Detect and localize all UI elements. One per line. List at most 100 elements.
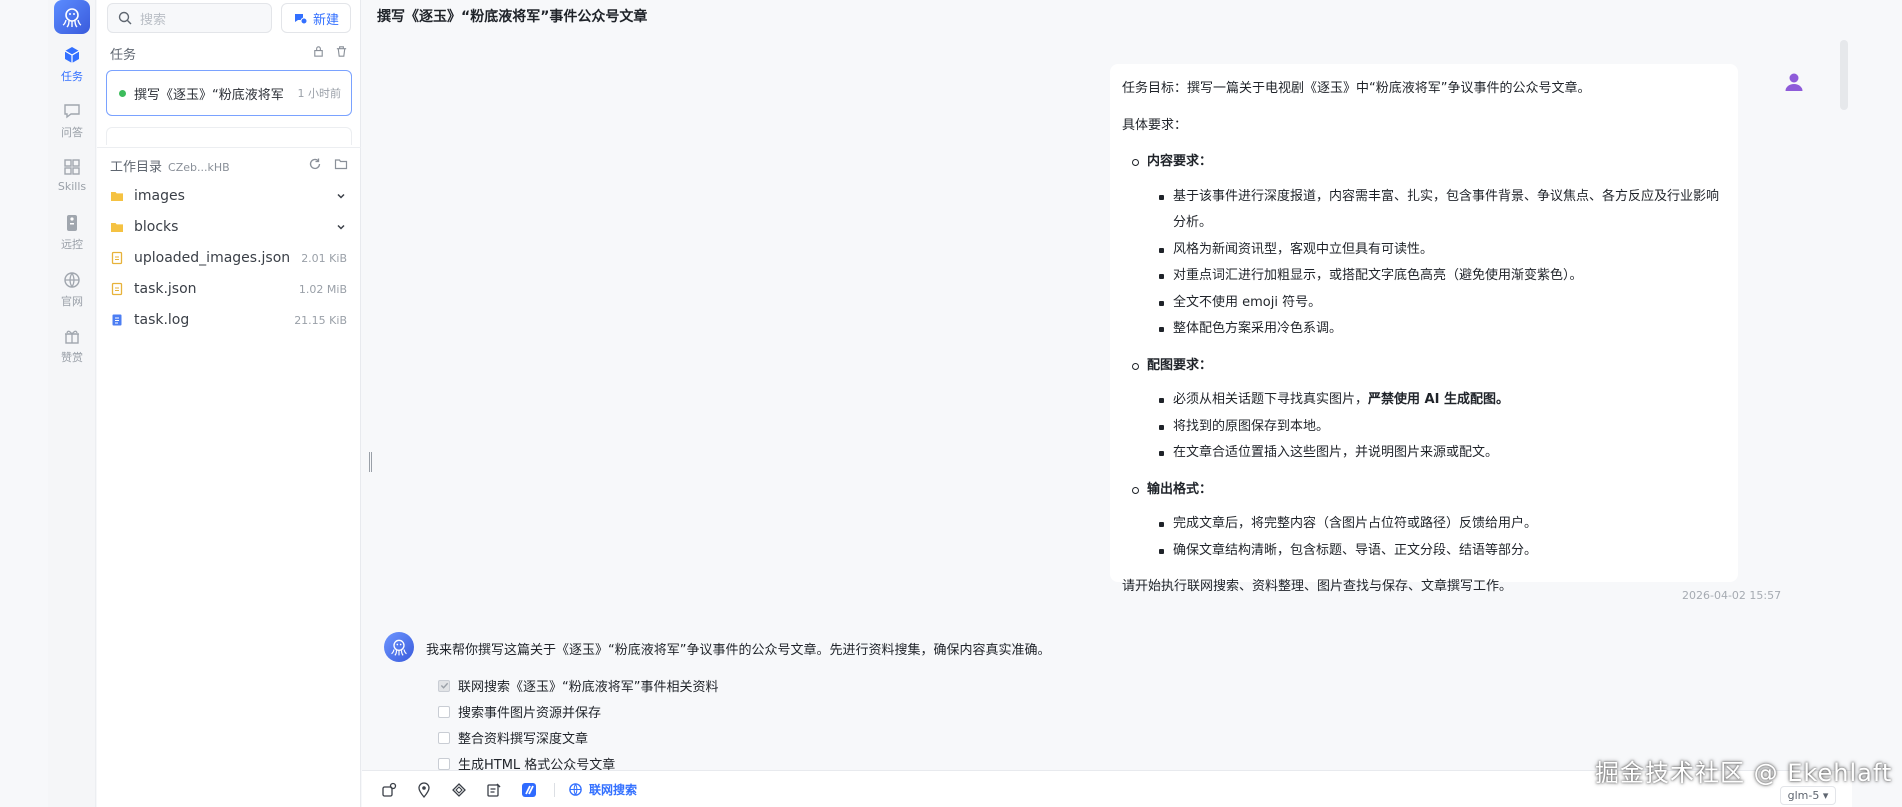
task-time: 1 小时前 [297, 87, 342, 100]
file-row-log[interactable]: task.log 21.15 KiB [110, 307, 353, 333]
app-window: 任务 问答 Skills 远控 官网 赞赏 搜索 新建 任务 撰写《逐玉》“粉底… [0, 0, 1902, 807]
scrollbar[interactable] [1840, 40, 1848, 110]
file-name: task.log [134, 312, 190, 328]
rail-label: Skills [57, 180, 87, 193]
new-task-button[interactable]: 新建 [281, 3, 351, 33]
rail-item-remote[interactable]: 远控 [48, 213, 96, 252]
list-item: 必须从相关话题下寻找真实图片，严禁使用 AI 生成配图。 [1159, 387, 1726, 414]
gift-icon [65, 330, 79, 344]
rail-item-qa[interactable]: 问答 [48, 101, 96, 140]
rail-label: 远控 [61, 238, 83, 251]
file-name: blocks [134, 219, 179, 235]
web-search-toggle[interactable]: 联网搜索 [568, 781, 637, 798]
todo-item[interactable]: 整合资料撰写深度文章 [438, 728, 588, 747]
section-title: 内容要求： [1147, 154, 1213, 169]
checkbox[interactable] [438, 705, 450, 718]
sidebar: 搜索 新建 任务 撰写《逐玉》“粉底液将军”事件公众号文章 1 小时前 工作目录… [97, 0, 361, 807]
model-selector[interactable]: glm-5 ▾ [1780, 786, 1836, 805]
globe-icon [64, 272, 80, 288]
rail-label: 官网 [61, 295, 83, 308]
new-task-label: 新建 [312, 12, 339, 28]
todo-item[interactable]: 联网搜索《逐玉》“粉底液将军”事件相关资料 [438, 676, 718, 695]
task-title: 撰写《逐玉》“粉底液将军”事件公众号文章 [134, 87, 284, 103]
list-item: 整体配色方案采用冷色系调。 [1159, 316, 1726, 343]
folder-icon [111, 192, 123, 201]
file-size: 1.02 MiB [298, 282, 347, 296]
location-icon[interactable] [416, 782, 432, 798]
file-row-folder[interactable]: images [110, 183, 353, 209]
grid-icon [64, 159, 80, 175]
section-content: 内容要求： 基于该事件进行深度报道，内容需丰富、扎实，包含事件背景、争议焦点、各… [1132, 149, 1726, 343]
list-item-bold: 严禁使用 AI 生成配图。 [1368, 392, 1509, 407]
web-search-label: 联网搜索 [589, 783, 638, 797]
requirements-title: 具体要求： [1122, 117, 1188, 133]
file-size: 21.15 KiB [294, 313, 347, 327]
list-item-text: 必须从相关话题下寻找真实图片， [1173, 392, 1369, 407]
check-icon [440, 682, 448, 689]
list-item: 全文不使用 emoji 符号。 [1159, 290, 1726, 317]
checkbox[interactable] [438, 757, 450, 770]
remote-icon [67, 215, 77, 231]
brand-icon[interactable] [521, 782, 537, 798]
rail-item-tasks[interactable]: 任务 [48, 45, 96, 84]
file-row-json[interactable]: task.json 1.02 MiB [110, 276, 353, 302]
trash-icon[interactable] [335, 45, 348, 58]
open-folder-icon[interactable] [334, 157, 348, 171]
task-item-active[interactable]: 撰写《逐玉》“粉底液将军”事件公众号文章 1 小时前 [106, 70, 352, 116]
section-title: 配图要求： [1147, 357, 1213, 373]
todo-text: 整合资料撰写深度文章 [458, 732, 589, 747]
main-panel: 撰写《逐玉》“粉底液将军”事件公众号文章 任务目标：撰写一篇关于电视剧《逐玉》中… [362, 0, 1852, 807]
requirements-list: 内容要求： 基于该事件进行深度报道，内容需丰富、扎实，包含事件背景、争议焦点、各… [1122, 149, 1726, 564]
list-item: 对重点词汇进行加粗显示，或搭配文字底色高亮（避免使用渐变紫色）。 [1159, 263, 1726, 290]
web-search-icon [569, 783, 582, 796]
octopus-icon [391, 639, 407, 656]
file-name: task.json [134, 281, 197, 297]
layers-icon[interactable] [451, 782, 467, 798]
section-output: 输出格式： 完成文章后，将完整内容（含图片占位符或路径）反馈给用户。 确保文章结… [1132, 477, 1726, 565]
refresh-icon[interactable] [308, 157, 322, 171]
status-dot [119, 89, 126, 97]
nav-rail: 任务 问答 Skills 远控 官网 赞赏 [48, 0, 96, 807]
file-name: uploaded_images.json [134, 250, 291, 266]
lock-icon[interactable] [312, 45, 325, 58]
rail-item-donate[interactable]: 赞赏 [48, 326, 96, 365]
workdir-actions [308, 157, 348, 171]
folder-icon [111, 223, 123, 232]
todo-text: 联网搜索《逐玉》“粉底液将军”事件相关资料 [458, 680, 719, 695]
edit-note-icon[interactable] [486, 782, 502, 798]
page-title: 撰写《逐玉》“粉底液将军”事件公众号文章 [377, 9, 648, 25]
rail-label: 问答 [61, 126, 83, 139]
file-row-json[interactable]: uploaded_images.json 2.01 KiB [110, 245, 353, 271]
search-input[interactable]: 搜索 [107, 3, 272, 33]
toolbar-divider [554, 783, 555, 797]
new-chat-icon [294, 14, 307, 25]
resize-handle[interactable] [369, 452, 372, 472]
file-row-folder[interactable]: blocks [110, 214, 353, 240]
task-item[interactable] [106, 127, 352, 145]
task-goal: 任务目标：撰写一篇关于电视剧《逐玉》中“粉底液将军”争议事件的公众号文章。 [1122, 81, 1591, 96]
user-avatar-icon[interactable] [1782, 70, 1806, 94]
todo-item[interactable]: 搜索事件图片资源并保存 [438, 702, 601, 721]
rail-item-website[interactable]: 官网 [48, 270, 96, 309]
file-name: images [134, 188, 185, 204]
app-logo[interactable] [54, 0, 90, 34]
json-file-icon [111, 282, 123, 296]
agent-icon[interactable] [381, 782, 397, 798]
octopus-logo-icon [62, 8, 82, 28]
sidebar-divider [97, 147, 361, 148]
tasks-section-title: 任务 [110, 48, 137, 63]
workdir-title: 工作目录 CZeb...kHB [110, 156, 230, 175]
watermark: 掘金技术社区 @ Ekehlaft [1595, 759, 1893, 787]
chat-icon [64, 104, 80, 119]
list-item: 确保文章结构清晰，包含标题、导语、正文分段、结语等部分。 [1159, 538, 1726, 565]
list-item: 基于该事件进行深度报道，内容需丰富、扎实，包含事件背景、争议焦点、各方反应及行业… [1159, 184, 1726, 237]
search-icon [118, 11, 132, 25]
rail-label: 任务 [61, 70, 83, 83]
todo-text: 搜索事件图片资源并保存 [458, 706, 602, 721]
checkbox-checked[interactable] [438, 679, 450, 692]
user-message-bubble: 任务目标：撰写一篇关于电视剧《逐玉》中“粉底液将军”争议事件的公众号文章。 具体… [1110, 64, 1738, 594]
checkbox[interactable] [438, 731, 450, 744]
cube-icon [64, 47, 80, 63]
rail-item-skills[interactable]: Skills [48, 157, 96, 193]
chevron-down-icon [337, 193, 345, 199]
